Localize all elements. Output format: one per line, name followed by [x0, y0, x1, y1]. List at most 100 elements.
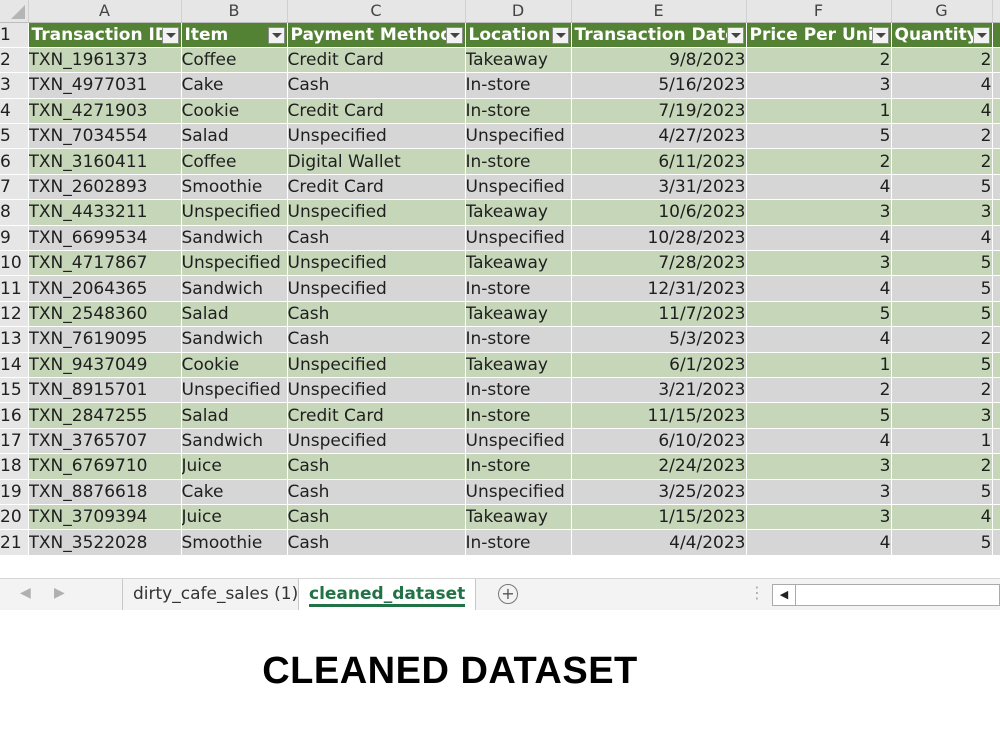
table-cell[interactable]: TXN_3709394 — [28, 504, 182, 531]
table-cell[interactable]: 3/25/2023 — [571, 479, 747, 505]
table-cell[interactable]: 2 — [891, 47, 993, 74]
table-cell[interactable]: 2 — [891, 377, 993, 404]
table-cell-partial[interactable] — [992, 453, 1000, 480]
table-cell[interactable]: 5 — [891, 352, 993, 378]
table-cell[interactable]: 1 — [891, 428, 993, 455]
table-cell-partial[interactable] — [992, 199, 1000, 226]
row-number[interactable]: 5 — [0, 123, 29, 150]
table-cell[interactable]: 4/27/2023 — [571, 123, 747, 150]
table-cell-partial[interactable] — [992, 352, 1000, 378]
row-number[interactable]: 10 — [0, 250, 29, 277]
table-cell[interactable]: 5 — [891, 250, 993, 277]
table-cell[interactable]: Credit Card — [287, 47, 466, 74]
table-cell[interactable]: 4 — [891, 504, 993, 531]
table-cell[interactable]: Digital Wallet — [287, 148, 466, 175]
table-cell[interactable]: 5 — [746, 402, 892, 429]
table-cell[interactable]: TXN_2602893 — [28, 174, 182, 201]
table-cell[interactable]: 1/15/2023 — [571, 504, 747, 531]
table-cell[interactable]: TXN_9437049 — [28, 352, 182, 378]
table-cell-partial[interactable] — [992, 250, 1000, 277]
filter-dropdown-icon[interactable] — [445, 26, 463, 44]
table-cell-partial[interactable] — [992, 402, 1000, 429]
table-cell[interactable]: 3 — [746, 504, 892, 531]
table-cell[interactable]: In-store — [465, 98, 572, 125]
table-cell[interactable]: Cash — [287, 529, 466, 556]
table-cell[interactable]: Sandwich — [181, 225, 288, 252]
table-cell[interactable]: 5/16/2023 — [571, 72, 747, 99]
table-cell[interactable]: 5 — [891, 479, 993, 505]
table-cell[interactable]: Sandwich — [181, 326, 288, 353]
table-cell[interactable]: 7/28/2023 — [571, 250, 747, 277]
table-cell[interactable]: TXN_3765707 — [28, 428, 182, 455]
table-cell[interactable]: Cookie — [181, 352, 288, 378]
table-cell-partial[interactable] — [992, 47, 1000, 74]
row-number[interactable]: 12 — [0, 301, 29, 328]
row-number[interactable]: 8 — [0, 199, 29, 226]
table-cell[interactable]: TXN_6699534 — [28, 225, 182, 252]
table-cell[interactable]: Unspecified — [181, 199, 288, 226]
table-cell[interactable]: 4 — [891, 72, 993, 99]
table-cell-partial[interactable] — [992, 72, 1000, 99]
table-cell[interactable]: TXN_2847255 — [28, 402, 182, 429]
splitter-handle-icon[interactable]: ⋮ — [749, 584, 765, 602]
table-cell[interactable]: Coffee — [181, 148, 288, 175]
table-cell[interactable]: 3/21/2023 — [571, 377, 747, 404]
table-cell[interactable]: Unspecified — [181, 377, 288, 404]
table-cell-partial[interactable] — [992, 326, 1000, 353]
table-cell[interactable]: Unspecified — [287, 377, 466, 404]
table-cell[interactable]: Juice — [181, 453, 288, 480]
table-cell[interactable]: TXN_8876618 — [28, 479, 182, 505]
scroll-tabs-right-icon[interactable]: ▶ — [54, 585, 65, 601]
table-cell[interactable]: 3 — [746, 453, 892, 480]
filter-dropdown-icon[interactable] — [972, 26, 990, 44]
row-number[interactable]: 7 — [0, 174, 29, 201]
table-cell[interactable]: In-store — [465, 402, 572, 429]
table-cell[interactable]: Salad — [181, 301, 288, 328]
column-letter-e[interactable]: E — [571, 0, 747, 23]
table-cell[interactable]: TXN_2064365 — [28, 275, 182, 302]
table-cell[interactable]: TXN_7619095 — [28, 326, 182, 353]
table-cell[interactable]: 4 — [746, 174, 892, 201]
header-partial-column[interactable] — [992, 22, 1000, 48]
table-cell-partial[interactable] — [992, 174, 1000, 201]
table-cell[interactable]: Unspecified — [465, 123, 572, 150]
row-number[interactable]: 13 — [0, 326, 29, 353]
table-cell[interactable]: Coffee — [181, 47, 288, 74]
table-cell[interactable]: Salad — [181, 123, 288, 150]
row-number[interactable]: 3 — [0, 72, 29, 99]
table-cell-partial[interactable] — [992, 225, 1000, 252]
table-cell[interactable]: 6/1/2023 — [571, 352, 747, 378]
table-cell[interactable]: 4 — [891, 225, 993, 252]
row-number[interactable]: 16 — [0, 402, 29, 429]
column-letter-g[interactable]: G — [891, 0, 993, 23]
horizontal-scrollbar[interactable]: ◀ — [772, 584, 1000, 606]
filter-dropdown-icon[interactable] — [551, 26, 569, 44]
table-cell[interactable]: Smoothie — [181, 529, 288, 556]
column-letter-d[interactable]: D — [465, 0, 572, 23]
row-number[interactable]: 15 — [0, 377, 29, 404]
table-cell[interactable]: 2 — [891, 148, 993, 175]
table-cell[interactable]: 2 — [891, 453, 993, 480]
table-cell[interactable]: TXN_7034554 — [28, 123, 182, 150]
table-cell-partial[interactable] — [992, 504, 1000, 531]
table-cell[interactable]: Takeaway — [465, 250, 572, 277]
table-cell[interactable]: 10/28/2023 — [571, 225, 747, 252]
table-cell[interactable]: 2 — [891, 326, 993, 353]
table-cell[interactable]: Cake — [181, 479, 288, 505]
row-number[interactable]: 2 — [0, 47, 29, 74]
table-cell[interactable]: Unspecified — [465, 428, 572, 455]
column-letter-b[interactable]: B — [181, 0, 288, 23]
table-cell[interactable]: 5 — [891, 174, 993, 201]
table-cell[interactable]: 10/6/2023 — [571, 199, 747, 226]
table-cell-partial[interactable] — [992, 479, 1000, 505]
table-cell[interactable]: 9/8/2023 — [571, 47, 747, 74]
table-cell-partial[interactable] — [992, 377, 1000, 404]
column-letter-f[interactable]: F — [746, 0, 892, 23]
scroll-left-arrow-icon[interactable]: ◀ — [773, 585, 796, 605]
table-cell[interactable]: 4/4/2023 — [571, 529, 747, 556]
column-letter-a[interactable]: A — [28, 0, 182, 23]
table-cell[interactable]: Cash — [287, 301, 466, 328]
table-cell[interactable]: TXN_4717867 — [28, 250, 182, 277]
table-cell[interactable]: Unspecified — [465, 225, 572, 252]
table-cell[interactable]: Unspecified — [465, 479, 572, 505]
